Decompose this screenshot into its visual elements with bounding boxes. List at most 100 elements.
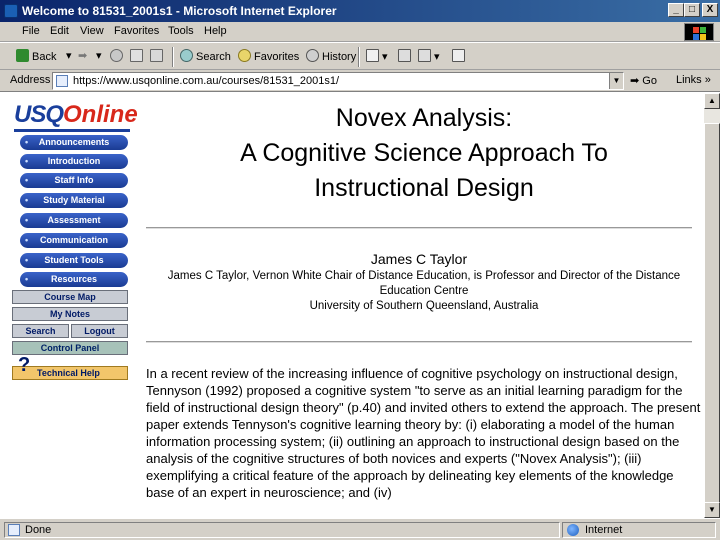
my-notes-button[interactable]: My Notes: [12, 307, 128, 321]
address-dropdown-icon[interactable]: ▼: [609, 73, 623, 89]
logo-online: Online: [63, 101, 138, 128]
nav-student-tools[interactable]: Student Tools: [20, 253, 128, 268]
author-name: James C Taylor: [370, 251, 468, 267]
back-label: Back: [32, 51, 57, 63]
edit-icon: [418, 49, 431, 62]
toolbar-separator: [172, 47, 174, 67]
address-input[interactable]: https://www.usqonline.com.au/courses/815…: [52, 72, 624, 90]
mail-icon: [366, 49, 379, 62]
menu-tools[interactable]: Tools: [168, 25, 194, 37]
title-line-1: Novex Analysis:: [335, 104, 513, 132]
nav-study-material[interactable]: Study Material: [20, 193, 128, 208]
affiliation-line-1: James C Taylor, Vernon White Chair of Di…: [167, 270, 681, 282]
logout-button[interactable]: Logout: [71, 324, 128, 338]
status-bar: Done Internet: [0, 518, 720, 540]
divider-top: [146, 227, 692, 229]
toolbar: Back ▾ ➡ ▾ Search Favorites History ▾ ▾: [0, 42, 720, 70]
help-question-icon: ?: [18, 354, 31, 376]
back-arrow-icon: [16, 49, 29, 62]
back-button[interactable]: Back: [16, 49, 56, 65]
print-button[interactable]: [398, 49, 414, 65]
mail-button[interactable]: ▾: [366, 49, 388, 65]
maximize-button[interactable]: □: [684, 3, 700, 17]
discuss-button[interactable]: [452, 49, 468, 65]
course-sidebar: USQOnline Announcements Introduction Sta…: [10, 93, 138, 518]
search-button[interactable]: Search: [180, 49, 231, 65]
home-icon: [150, 49, 163, 62]
vertical-scrollbar[interactable]: ▲ ▼: [704, 93, 720, 518]
close-button[interactable]: X: [702, 3, 718, 17]
menu-view[interactable]: View: [80, 25, 104, 37]
window-title: Welcome to 81531_2001s1 - Microsoft Inte…: [22, 4, 337, 18]
refresh-icon: [130, 49, 143, 62]
history-button[interactable]: History: [306, 49, 356, 65]
search-label: Search: [196, 51, 231, 63]
title-line-3: Instructional Design: [314, 174, 534, 202]
favorites-label: Favorites: [254, 51, 300, 63]
forward-arrow-icon[interactable]: ➡: [78, 49, 87, 65]
page-icon: [56, 75, 68, 87]
refresh-button[interactable]: [130, 49, 146, 65]
nav-announcements[interactable]: Announcements: [20, 135, 128, 150]
title-bar: Welcome to 81531_2001s1 - Microsoft Inte…: [0, 0, 720, 22]
technical-help-button[interactable]: Technical Help ?: [12, 354, 128, 380]
back-dropdown[interactable]: ▾: [66, 49, 72, 65]
discuss-icon: [452, 49, 465, 62]
print-icon: [398, 49, 411, 62]
affiliation-line-3: University of Southern Queensland, Austr…: [309, 300, 539, 312]
go-label: Go: [642, 75, 657, 87]
divider-bottom: [146, 341, 692, 343]
search-icon: [180, 49, 193, 62]
toolbar-separator: [358, 47, 360, 67]
address-label: Address: [10, 74, 51, 86]
scroll-thumb[interactable]: [704, 123, 720, 503]
address-bar: Address https://www.usqonline.com.au/cou…: [0, 70, 720, 92]
article-title: Novex Analysis: A Cognitive Science Appr…: [146, 101, 702, 206]
security-zone-panel: Internet: [562, 522, 716, 538]
menu-edit[interactable]: Edit: [50, 25, 69, 37]
links-button[interactable]: Links »: [676, 74, 711, 86]
abstract-paragraph: In a recent review of the increasing inf…: [146, 366, 701, 500]
control-panel-button[interactable]: Control Panel: [12, 341, 128, 355]
article: Novex Analysis: A Cognitive Science Appr…: [146, 93, 700, 518]
logo-underline: [14, 129, 130, 132]
nav-communication[interactable]: Communication: [20, 233, 128, 248]
nav-assessment[interactable]: Assessment: [20, 213, 128, 228]
scroll-up-arrow-icon[interactable]: ▲: [704, 93, 720, 109]
usqonline-logo: USQOnline: [14, 101, 138, 129]
menu-file[interactable]: File: [22, 25, 40, 37]
affiliation-line-2: Education Centre: [379, 285, 469, 297]
logo-usq: USQ: [14, 101, 64, 128]
home-button[interactable]: [150, 49, 166, 65]
windows-logo-icon: [684, 23, 714, 41]
internet-globe-icon: [567, 524, 579, 536]
status-text: Done: [25, 524, 52, 536]
history-icon: [306, 49, 319, 62]
nav-resources[interactable]: Resources: [20, 272, 128, 287]
favorites-icon: [238, 49, 251, 62]
nav-introduction[interactable]: Introduction: [20, 154, 128, 169]
address-url[interactable]: https://www.usqonline.com.au/courses/815…: [73, 75, 339, 87]
minimize-button[interactable]: _: [668, 3, 684, 17]
search-button-course[interactable]: Search: [12, 324, 69, 338]
go-button[interactable]: ➡ Go: [630, 74, 657, 87]
menu-bar: File Edit View Favorites Tools Help: [0, 22, 720, 42]
menu-favorites[interactable]: Favorites: [114, 25, 159, 37]
stop-icon: [110, 49, 123, 62]
stop-button[interactable]: [110, 49, 126, 65]
forward-dropdown[interactable]: ▾: [96, 49, 102, 65]
status-text-panel: Done: [4, 522, 560, 538]
history-label: History: [322, 51, 357, 63]
security-zone-label: Internet: [585, 524, 623, 536]
page-done-icon: [8, 524, 20, 536]
links-label: Links: [676, 74, 702, 86]
menu-help[interactable]: Help: [204, 25, 227, 37]
edit-button[interactable]: ▾: [418, 49, 440, 65]
favorites-button[interactable]: Favorites: [238, 49, 299, 65]
ie-icon: [4, 4, 18, 18]
nav-staff-info[interactable]: Staff Info: [20, 173, 128, 188]
course-map-button[interactable]: Course Map: [12, 290, 128, 304]
author-affiliation: James C Taylor, Vernon White Chair of Di…: [146, 269, 702, 314]
scroll-down-arrow-icon[interactable]: ▼: [704, 502, 720, 518]
title-line-2: A Cognitive Science Approach To: [240, 139, 608, 167]
